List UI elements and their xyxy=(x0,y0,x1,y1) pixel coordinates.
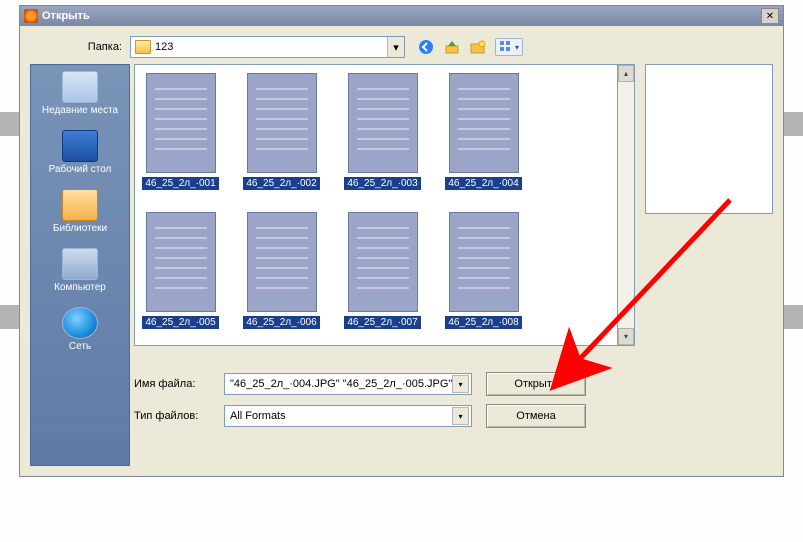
chevron-down-icon[interactable]: ▾ xyxy=(452,407,469,425)
cancel-button[interactable]: Отмена xyxy=(486,404,586,428)
sidebar-item-computer[interactable]: Компьютер xyxy=(35,248,125,293)
thumbnail-caption: 46_25_2л_·006 xyxy=(243,316,319,329)
close-icon: ✕ xyxy=(766,11,774,22)
chevron-down-icon[interactable]: ▾ xyxy=(387,37,404,57)
thumbnail-image xyxy=(348,73,418,173)
filetype-value: All Formats xyxy=(227,410,452,422)
open-file-dialog: Открыть ✕ Папка: 123 ▾ ▾ xyxy=(19,5,784,477)
network-icon xyxy=(62,307,98,339)
chevron-down-icon[interactable]: ▾ xyxy=(452,375,469,393)
filename-value: "46_25_2л_·004.JPG" "46_25_2л_·005.JPG" xyxy=(227,378,452,390)
computer-icon xyxy=(62,248,98,280)
sidebar-item-label: Рабочий стол xyxy=(49,164,112,175)
desktop-icon xyxy=(62,130,98,162)
recent-places-icon xyxy=(62,71,98,103)
file-thumbnail[interactable]: 46_25_2л_·004 xyxy=(446,73,521,190)
preview-pane xyxy=(645,64,773,214)
sidebar-item-label: Компьютер xyxy=(54,282,106,293)
file-thumbnail[interactable]: 46_25_2л_·006 xyxy=(244,212,319,329)
thumbnail-image xyxy=(449,73,519,173)
sidebar-item-label: Недавние места xyxy=(42,105,118,116)
app-icon xyxy=(24,9,38,23)
scroll-track[interactable] xyxy=(618,82,634,328)
back-icon[interactable] xyxy=(417,38,435,56)
thumbnail-caption: 46_25_2л_·003 xyxy=(344,177,420,190)
scrollbar[interactable]: ▴ ▾ xyxy=(618,64,635,346)
main-area: 46_25_2л_·001 46_25_2л_·002 46_25_2л_·00… xyxy=(134,64,773,466)
thumbnail-caption: 46_25_2л_·007 xyxy=(344,316,420,329)
file-thumbnail[interactable]: 46_25_2л_·003 xyxy=(345,73,420,190)
new-folder-icon[interactable] xyxy=(469,38,487,56)
file-thumbnail[interactable]: 46_25_2л_·002 xyxy=(244,73,319,190)
folder-icon xyxy=(135,40,151,54)
thumbnail-caption: 46_25_2л_·002 xyxy=(243,177,319,190)
filetype-combobox[interactable]: All Formats ▾ xyxy=(224,405,472,427)
close-button[interactable]: ✕ xyxy=(761,8,779,24)
thumbnail-image xyxy=(146,73,216,173)
folder-value: 123 xyxy=(155,41,387,53)
places-sidebar: Недавние места Рабочий стол Библиотеки К… xyxy=(30,64,130,466)
sidebar-item-libraries[interactable]: Библиотеки xyxy=(35,189,125,234)
up-icon[interactable] xyxy=(443,38,461,56)
thumbnail-caption: 46_25_2л_·005 xyxy=(142,316,218,329)
window-title: Открыть xyxy=(42,10,90,22)
file-thumbnail[interactable]: 46_25_2л_·005 xyxy=(143,212,218,329)
sidebar-item-label: Библиотеки xyxy=(53,223,107,234)
folder-label: Папка: xyxy=(30,41,130,53)
view-menu-icon[interactable]: ▾ xyxy=(495,38,523,56)
thumbnail-image xyxy=(247,212,317,312)
scroll-down-button[interactable]: ▾ xyxy=(618,328,634,345)
thumbnail-image xyxy=(146,212,216,312)
file-thumbnail[interactable]: 46_25_2л_·001 xyxy=(143,73,218,190)
sidebar-item-label: Сеть xyxy=(69,341,91,352)
thumbnail-image xyxy=(449,212,519,312)
toolbar: Папка: 123 ▾ ▾ xyxy=(20,26,783,64)
libraries-icon xyxy=(62,189,98,221)
sidebar-item-recent[interactable]: Недавние места xyxy=(35,71,125,116)
folder-combobox[interactable]: 123 ▾ xyxy=(130,36,405,58)
thumbnail-caption: 46_25_2л_·004 xyxy=(445,177,521,190)
thumbnail-caption: 46_25_2л_·001 xyxy=(142,177,218,190)
thumbnail-image xyxy=(247,73,317,173)
sidebar-item-desktop[interactable]: Рабочий стол xyxy=(35,130,125,175)
thumbnail-caption: 46_25_2л_·008 xyxy=(445,316,521,329)
thumbnail-image xyxy=(348,212,418,312)
filename-combobox[interactable]: "46_25_2л_·004.JPG" "46_25_2л_·005.JPG" … xyxy=(224,373,472,395)
sidebar-item-network[interactable]: Сеть xyxy=(35,307,125,352)
file-list[interactable]: 46_25_2л_·001 46_25_2л_·002 46_25_2л_·00… xyxy=(134,64,618,346)
titlebar: Открыть ✕ xyxy=(20,6,783,26)
open-button[interactable]: Открыть xyxy=(486,372,586,396)
file-thumbnail[interactable]: 46_25_2л_·008 xyxy=(446,212,521,329)
file-thumbnail[interactable]: 46_25_2л_·007 xyxy=(345,212,420,329)
filename-label: Имя файла: xyxy=(134,378,224,390)
scroll-up-button[interactable]: ▴ xyxy=(618,65,634,82)
filetype-label: Тип файлов: xyxy=(134,410,224,422)
